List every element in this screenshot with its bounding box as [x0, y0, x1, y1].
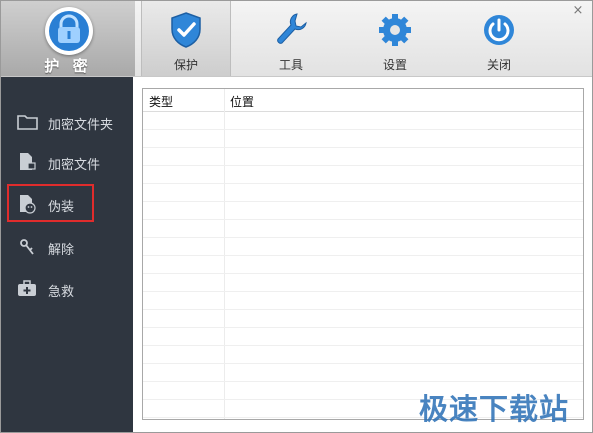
table-row	[143, 238, 583, 256]
table-row	[143, 130, 583, 148]
tab-label: 关闭	[486, 58, 511, 72]
sidebar-item-label: 加密文件	[48, 158, 101, 173]
table-row	[143, 184, 583, 202]
file-list-table[interactable]: 类型 位置	[142, 88, 584, 420]
sidebar-item-label: 伪装	[48, 200, 75, 215]
window-close-button[interactable]: ×	[570, 3, 586, 19]
tab-label: 保护	[173, 58, 198, 72]
table-row	[143, 202, 583, 220]
sidebar-item-disguise[interactable]: 伪装	[7, 184, 94, 222]
watermark-text: 极速下载站	[419, 392, 570, 426]
sidebar-item-label: 解除	[48, 243, 75, 258]
tab-protect[interactable]: 保护	[141, 1, 231, 76]
top-toolbar: 护 密 保护 工具 设置 关闭 ×	[1, 1, 592, 77]
table-row	[143, 166, 583, 184]
column-header-type[interactable]: 类型	[149, 93, 173, 110]
shield-check-icon	[168, 11, 204, 49]
table-row	[143, 112, 583, 130]
table-row	[143, 346, 583, 364]
table-row	[143, 274, 583, 292]
mask-icon	[17, 194, 37, 214]
gear-icon	[377, 11, 413, 49]
tab-label: 工具	[278, 58, 303, 72]
table-row	[143, 148, 583, 166]
tab-label: 设置	[382, 58, 407, 72]
table-row	[143, 328, 583, 346]
logo-text: 护 密	[44, 57, 92, 75]
table-row	[143, 310, 583, 328]
tab-tools[interactable]: 工具	[247, 1, 335, 76]
table-row	[143, 220, 583, 238]
sidebar-item-encrypt-file[interactable]: 加密文件	[1, 142, 133, 182]
sidebar-item-label: 加密文件夹	[48, 118, 114, 133]
power-icon	[481, 11, 517, 49]
table-row	[143, 256, 583, 274]
tab-settings[interactable]: 设置	[351, 1, 439, 76]
tab-close[interactable]: 关闭	[455, 1, 543, 76]
unlock-key-icon	[17, 237, 37, 257]
app-logo: 护 密	[1, 1, 135, 76]
sidebar-item-remove[interactable]: 解除	[1, 227, 133, 267]
first-aid-kit-icon	[17, 279, 37, 299]
table-row	[143, 292, 583, 310]
app-window: 护 密 保护 工具 设置 关闭 × 加密文件夹 加密文件 伪装 解除 急救 类型…	[0, 0, 593, 433]
wrench-icon	[273, 11, 309, 49]
sidebar-item-label: 急救	[48, 285, 75, 300]
table-row	[143, 364, 583, 382]
column-header-location[interactable]: 位置	[230, 93, 254, 110]
lock-shield-icon	[45, 7, 93, 55]
sidebar-item-encrypt-folder[interactable]: 加密文件夹	[1, 102, 133, 142]
sidebar: 加密文件夹 加密文件 伪装 解除 急救	[1, 77, 133, 432]
file-lock-icon	[17, 152, 37, 172]
folder-icon	[17, 112, 38, 132]
table-header: 类型 位置	[143, 89, 583, 112]
sidebar-item-first-aid[interactable]: 急救	[1, 269, 133, 309]
